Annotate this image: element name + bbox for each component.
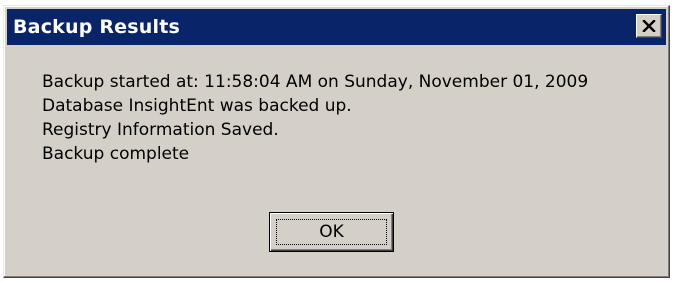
ok-button-label: OK <box>319 222 344 242</box>
close-icon <box>642 20 656 32</box>
message-line: Backup complete <box>42 144 190 164</box>
close-button[interactable] <box>636 14 662 38</box>
message-line: Database InsightEnt was backed up. <box>42 96 352 116</box>
window-title: Backup Results <box>13 16 180 38</box>
message-area: Backup started at: 11:58:04 AM on Sunday… <box>42 70 588 166</box>
message-line: Registry Information Saved. <box>42 120 279 140</box>
ok-button[interactable]: OK <box>269 212 394 252</box>
backup-results-dialog: Backup Results Backup started at: 11:58:… <box>3 5 670 278</box>
message-line: Backup started at: 11:58:04 AM on Sunday… <box>42 72 589 92</box>
title-bar[interactable]: Backup Results <box>7 9 666 45</box>
